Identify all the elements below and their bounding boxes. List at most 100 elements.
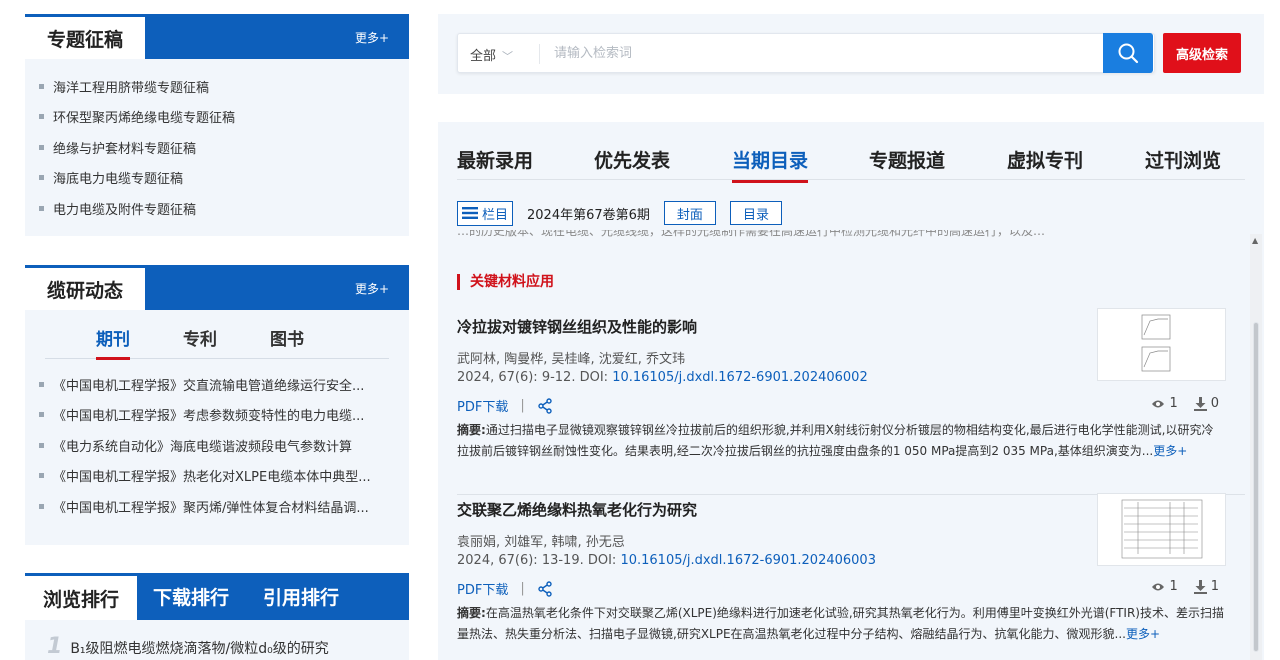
special-topics-list: 海洋工程用脐带缆专题征稿 环保型聚丙烯绝缘电缆专题征稿 绝缘与护套材料专题征稿 … <box>25 59 409 224</box>
bullet-icon <box>39 381 44 387</box>
issue-toolbar: 栏目 2024年第67卷第6期 封面 目录 <box>457 200 782 226</box>
download-count: 1 <box>1210 579 1219 594</box>
article-actions: PDF下载 | <box>457 579 553 598</box>
article-figure-thumbnail[interactable] <box>1097 308 1226 381</box>
view-count: 1 <box>1169 579 1178 594</box>
bullet-icon <box>39 412 44 418</box>
rank-number: 1 <box>47 634 63 659</box>
bullet-icon <box>39 175 44 181</box>
list-item[interactable]: 《中国电机工程学报》交直流输电管道绝缘运行安全... <box>39 369 389 400</box>
tab-patent[interactable]: 专利 <box>183 325 217 350</box>
article-title[interactable]: 冷拉拔对镀锌钢丝组织及性能的影响 <box>457 316 697 337</box>
article-authors: 武阿林, 陶曼桦, 吴桂峰, 沈爱红, 乔文玮 <box>457 352 686 367</box>
article-item: 交联聚乙烯绝缘料热氧老化行为研究 袁丽娟, 刘雄军, 韩啸, 孙无忌 2024,… <box>457 493 1245 641</box>
view-count: 1 <box>1169 396 1178 411</box>
advanced-search-button[interactable]: 高级检索 <box>1163 33 1241 73</box>
download-icon <box>1193 579 1207 594</box>
figure-thumbnail-graphic <box>1141 314 1171 372</box>
tab-citation-ranking[interactable]: 引用排行 <box>247 573 355 620</box>
tab-browse-ranking[interactable]: 浏览排行 <box>25 573 137 620</box>
list-item[interactable]: 绝缘与护套材料专题征稿 <box>39 132 409 163</box>
toc-button[interactable]: 目录 <box>729 201 782 225</box>
abstract-more-link[interactable]: 更多+ <box>1126 627 1160 641</box>
pdf-download-link[interactable]: PDF下载 <box>457 579 508 598</box>
main-content: 最新录用 优先发表 当期目录 专题报道 虚拟专刊 过刊浏览 栏目 2024年第6… <box>438 122 1264 660</box>
tab-books[interactable]: 图书 <box>270 325 304 350</box>
download-icon <box>1193 396 1207 411</box>
article-title[interactable]: 交联聚乙烯绝缘料热氧老化行为研究 <box>457 499 697 520</box>
doi-link[interactable]: 10.16105/j.dxdl.1672-6901.202406003 <box>620 553 876 568</box>
clipped-previous-abstract: …的历史版本、现在电缆、光缆线缆，这样的光缆制作需要在高速运行中检测光缆和光纤中… <box>457 230 1046 238</box>
bullet-icon <box>39 205 44 211</box>
tab-past-issues[interactable]: 过刊浏览 <box>1145 146 1221 173</box>
bullet-icon <box>39 144 44 150</box>
figure-thumbnail-graphic <box>1121 499 1203 559</box>
share-icon[interactable] <box>537 580 553 597</box>
search-input[interactable] <box>540 34 1100 72</box>
list-item[interactable]: 《电力系统自动化》海底电缆谐波频段电气参数计算 <box>39 430 389 461</box>
tab-current-issue[interactable]: 当期目录 <box>732 146 809 183</box>
eye-icon <box>1152 400 1165 407</box>
list-item[interactable]: 《中国电机工程学报》热老化对XLPE电缆本体中典型... <box>39 461 389 492</box>
tab-download-ranking[interactable]: 下载排行 <box>137 573 245 620</box>
special-topics-more-link[interactable]: 更多+ <box>355 29 389 46</box>
research-news-title: 缆研动态 <box>25 265 145 310</box>
article-stats: 1 1 <box>1151 579 1219 594</box>
research-news-panel: 缆研动态 更多+ 期刊 专利 图书 《中国电机工程学报》交直流输电管道绝缘运行安… <box>25 265 409 545</box>
tab-latest-accepted[interactable]: 最新录用 <box>457 146 533 173</box>
bullet-icon <box>39 114 44 120</box>
search-bar: 全部﹀ 高级检索 <box>438 14 1264 94</box>
rank-title: B₁级阻燃电缆燃烧滴落物/微粒d₀级的研究 <box>70 641 329 657</box>
special-topics-title: 专题征稿 <box>25 14 145 59</box>
eye-icon <box>1152 583 1165 590</box>
doi-link[interactable]: 10.16105/j.dxdl.1672-6901.202406002 <box>612 370 868 385</box>
abstract-more-link[interactable]: 更多+ <box>1153 444 1187 458</box>
tab-journal[interactable]: 期刊 <box>96 325 130 360</box>
search-button[interactable] <box>1103 33 1153 73</box>
article-figure-thumbnail[interactable] <box>1097 493 1226 566</box>
research-news-list: 《中国电机工程学报》交直流输电管道绝缘运行安全... 《中国电机工程学报》考虑参… <box>25 359 409 522</box>
menu-icon <box>462 207 478 219</box>
list-item[interactable]: 《中国电机工程学报》聚丙烯/弹性体复合材料结晶调... <box>39 491 389 522</box>
research-news-more-link[interactable]: 更多+ <box>355 280 389 297</box>
list-item[interactable]: 海洋工程用脐带缆专题征稿 <box>39 71 409 102</box>
tab-priority-publish[interactable]: 优先发表 <box>594 146 670 173</box>
tab-special-reports[interactable]: 专题报道 <box>869 146 945 173</box>
special-topics-header: 专题征稿 更多+ <box>25 14 409 59</box>
research-news-tabs: 期刊 专利 图书 <box>45 311 389 360</box>
ranking-panel: 浏览排行 下载排行 引用排行 1 B₁级阻燃电缆燃烧滴落物/微粒d₀级的研究 <box>25 573 409 660</box>
search-icon <box>1118 43 1139 64</box>
bullet-icon <box>39 83 44 89</box>
cover-button[interactable]: 封面 <box>663 201 716 225</box>
article-abstract: 摘要:在高温热氧老化条件下对交联聚乙烯(XLPE)绝缘料进行加速老化试验,研究其… <box>457 606 1224 641</box>
scrollbar[interactable]: ▲ <box>1250 234 1262 660</box>
bullet-icon <box>39 503 44 509</box>
ranking-item[interactable]: 1 B₁级阻燃电缆燃烧滴落物/微粒d₀级的研究 <box>25 620 409 659</box>
special-topics-panel: 专题征稿 更多+ 海洋工程用脐带缆专题征稿 环保型聚丙烯绝缘电缆专题征稿 绝缘与… <box>25 14 409 236</box>
search-scope-select[interactable]: 全部 ﹀ <box>470 45 513 64</box>
column-button[interactable]: 栏目 <box>457 200 514 226</box>
ranking-tabs: 浏览排行 下载排行 引用排行 <box>25 573 409 620</box>
article-authors: 袁丽娟, 刘雄军, 韩啸, 孙无忌 <box>457 535 625 550</box>
pdf-download-link[interactable]: PDF下载 <box>457 396 508 415</box>
tab-virtual-issue[interactable]: 虚拟专刊 <box>1007 146 1083 173</box>
search-box: 全部 ﹀ <box>457 33 1155 73</box>
scrollbar-thumb[interactable] <box>1253 322 1259 652</box>
share-icon[interactable] <box>537 397 553 414</box>
chevron-down-icon: ﹀ <box>502 50 514 63</box>
issue-label: 2024年第67卷第6期 <box>527 207 650 223</box>
download-count: 0 <box>1210 396 1219 411</box>
list-item[interactable]: 环保型聚丙烯绝缘电缆专题征稿 <box>39 102 409 133</box>
list-item[interactable]: 《中国电机工程学报》考虑参数频变特性的电力电缆... <box>39 400 389 431</box>
bullet-icon <box>39 473 44 479</box>
article-actions: PDF下载 | <box>457 396 553 415</box>
article-citation: 2024, 67(6): 13-19. DOI: 10.16105/j.dxdl… <box>457 553 876 568</box>
article-stats: 1 0 <box>1151 396 1219 411</box>
list-item[interactable]: 海底电力电缆专题征稿 <box>39 163 409 194</box>
article-abstract: 摘要:通过扫描电子显微镜观察镀锌钢丝冷拉拔前后的组织形貌,并利用X射线衍射仪分析… <box>457 423 1214 458</box>
list-item[interactable]: 电力电缆及附件专题征稿 <box>39 193 409 224</box>
main-tabs: 最新录用 优先发表 当期目录 专题报道 虚拟专刊 过刊浏览 <box>457 122 1245 183</box>
scroll-up-arrow-icon[interactable]: ▲ <box>1252 236 1258 245</box>
article-citation: 2024, 67(6): 9-12. DOI: 10.16105/j.dxdl.… <box>457 370 868 385</box>
bullet-icon <box>39 442 44 448</box>
